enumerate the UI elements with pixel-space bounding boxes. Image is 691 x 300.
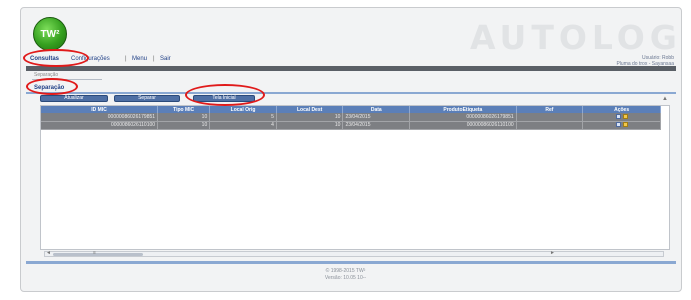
main-menu-bar: Consultas Configurações | Menu | Sair Us… [26,55,676,67]
cell-produto-etiqueta: 00000086026179851 [409,113,517,122]
cell-data: 23/04/2015 [342,121,411,130]
document-icon[interactable] [615,122,621,128]
scroll-right-icon[interactable]: ► [550,250,555,256]
cell-local-dest: 10 [276,121,344,130]
menu-separator: | [125,56,127,62]
menu-menu[interactable]: Menu [132,56,147,62]
column-header[interactable]: Tipo MIC [157,106,211,113]
column-header[interactable]: Data [342,106,411,113]
cell-data: 23/04/2015 [342,113,411,122]
separar-button[interactable]: Separar [114,95,180,102]
cell-tipo-mic: 10 [157,121,211,130]
scroll-up-icon[interactable]: ▲ [662,96,668,102]
cell-id-mic: 00000086026179851 [41,113,159,122]
menu-divider-bar [26,66,676,71]
annotation-circle-tela-inicial [185,84,265,106]
tw2-logo: TW² [33,17,67,51]
data-grid: ID MIC Tipo MIC Local Orig Local Dest Da… [40,105,670,250]
atualizar-button[interactable]: Atualizar [40,95,108,102]
section-header-strip [26,92,676,94]
separacao-table: ID MIC Tipo MIC Local Orig Local Dest Da… [41,106,661,130]
table-header-row: ID MIC Tipo MIC Local Orig Local Dest Da… [41,106,661,113]
column-header[interactable]: ID MIC [41,106,159,113]
cell-local-dest: 10 [276,113,344,122]
cell-id-mic: 0000086026110100 [41,121,159,130]
scrollbar-thumb[interactable]: ≡ [53,250,143,256]
copyright-text: © 1998-2015 TW² [325,268,366,274]
cell-local-orig: 5 [209,113,277,122]
column-header[interactable]: Local Dest [276,106,344,113]
column-header[interactable]: ProdutoEtiqueta [409,106,517,113]
annotation-circle-separacao [26,78,78,95]
edit-icon[interactable] [622,113,628,119]
cell-ref [516,121,584,130]
page-footer: © 1998-2015 TW² Versão: 10.05 10-- [0,268,691,282]
autolog-brand-logo: AUTOLOG [470,18,682,57]
section-footer-strip [26,261,676,264]
column-header[interactable]: Ref [516,106,584,113]
menu-sair[interactable]: Sair [160,56,171,62]
cell-local-orig: 4 [209,121,277,130]
edit-icon[interactable] [622,122,628,128]
cell-produto-etiqueta: 00000086026110100 [409,121,517,130]
cell-acoes [582,113,661,122]
version-text: Versão: 10.05 10-- [324,275,367,281]
cell-tipo-mic: 10 [157,113,211,122]
horizontal-scrollbar[interactable]: ◄ ≡ ► [44,250,664,257]
cell-acoes [582,121,661,130]
annotation-circle-consultas [23,49,89,67]
column-header[interactable]: Ações [582,106,661,113]
cell-ref [516,113,584,122]
document-icon[interactable] [615,113,621,119]
menu-separator: | [153,56,155,62]
table-row[interactable]: 0000086026110100 10 4 10 23/04/2015 0000… [41,121,661,130]
scrollbar-grip-icon: ≡ [93,250,96,256]
column-header[interactable]: Local Orig [209,106,277,113]
scroll-left-icon[interactable]: ◄ [46,250,51,256]
table-row[interactable]: 00000086026179851 10 5 10 23/04/2015 000… [41,113,661,122]
